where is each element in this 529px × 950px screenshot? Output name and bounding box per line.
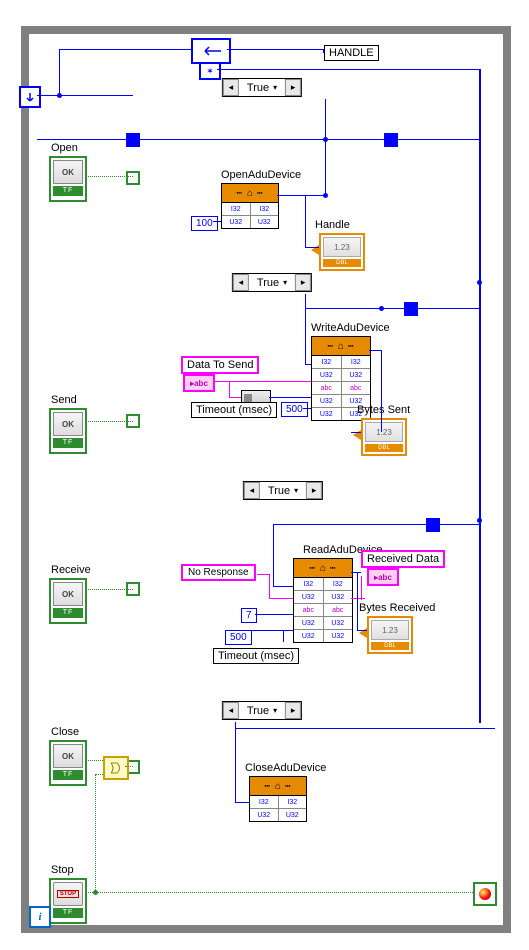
case-selector-open[interactable]: ◂ True ▸ — [222, 78, 302, 97]
case-close: ◂ True ▸ CloseAduDevice ┅⌂┅ I32I32 U32U3… — [133, 702, 391, 867]
shift-register-left[interactable] — [19, 86, 41, 108]
data-to-send-label: Data To Send — [181, 356, 259, 374]
selector-next-icon[interactable]: ▸ — [285, 702, 301, 719]
indicator-bytessent-label: Bytes Sent — [357, 404, 410, 416]
tunnel-handle-in[interactable] — [126, 133, 140, 147]
or-gate[interactable] — [103, 756, 129, 780]
tunnel-handle-in3[interactable] — [426, 518, 440, 532]
tunnel-handle-in2[interactable] — [404, 302, 418, 316]
selector-next-icon[interactable]: ▸ — [295, 274, 311, 291]
const-500-send[interactable]: 500 — [281, 402, 308, 417]
send-button-label: Send — [51, 394, 77, 406]
indicator-bytessent[interactable]: 1.23 DBL — [361, 418, 407, 456]
receive-button[interactable]: OK TF — [49, 578, 87, 624]
clfn-receive[interactable]: ┅⌂┅ I32I32 U32U32 abcabc U32U32 U32U32 — [293, 558, 353, 643]
timeout-label-send: Timeout (msec) — [191, 402, 277, 418]
clfn-label-send: WriteAduDevice — [311, 322, 390, 334]
selector-prev-icon[interactable]: ◂ — [244, 482, 260, 499]
stop-button[interactable]: STOP TF — [49, 878, 87, 924]
no-response-const[interactable]: No Response — [181, 564, 256, 581]
stop-button-label: Stop — [51, 864, 74, 876]
indicator-bytesrecv-label: Bytes Received — [359, 602, 435, 614]
case-send: ◂ True ▸ WriteAduDevice ┅⌂┅ I32I32 U32U3… — [133, 274, 411, 464]
indicator-handle-label: Handle — [315, 219, 350, 231]
send-button[interactable]: OK TF — [49, 408, 87, 454]
selector-prev-icon[interactable]: ◂ — [223, 79, 239, 96]
data-to-send-terminal[interactable]: ▸abc — [183, 374, 215, 392]
feedback-node[interactable] — [191, 38, 231, 64]
const-7[interactable]: 7 — [241, 608, 257, 623]
selector-prev-icon[interactable]: ◂ — [223, 702, 239, 719]
while-loop: ✶ HANDLE ◂ True ▸ OpenAduDevice — [21, 26, 511, 933]
selector-next-icon[interactable]: ▸ — [285, 79, 301, 96]
selector-next-icon[interactable]: ▸ — [306, 482, 322, 499]
indicator-handle[interactable]: 1.23 DBL — [319, 233, 365, 271]
loop-stop-terminal[interactable] — [473, 882, 497, 906]
open-button[interactable]: OK TF — [49, 156, 87, 202]
case-selector-send[interactable]: ◂ True ▸ — [232, 273, 312, 292]
clfn-label-open: OpenAduDevice — [221, 169, 301, 181]
clfn-open[interactable]: ┅⌂┅ I32I32 U32U32 — [221, 183, 279, 229]
tunnel-handle-out[interactable] — [384, 133, 398, 147]
close-button-label: Close — [51, 726, 79, 738]
case-selector-close[interactable]: ◂ True ▸ — [222, 701, 302, 720]
received-data-terminal[interactable]: ▸abc — [367, 568, 399, 586]
feedback-init[interactable]: ✶ — [199, 62, 221, 80]
case-open: ◂ True ▸ OpenAduDevice ┅⌂┅ I32I32 U32U32… — [133, 79, 391, 259]
indicator-bytesrecv[interactable]: 1.23 DBL — [367, 616, 413, 654]
tunnel-bool-open[interactable] — [126, 171, 140, 185]
clfn-close[interactable]: ┅⌂┅ I32I32 U32U32 — [249, 776, 307, 822]
selector-prev-icon[interactable]: ◂ — [233, 274, 249, 291]
handle-label: HANDLE — [324, 45, 379, 61]
clfn-label-close: CloseAduDevice — [245, 762, 326, 774]
open-button-label: Open — [51, 142, 78, 154]
close-button[interactable]: OK TF — [49, 740, 87, 786]
case-receive: ◂ True ▸ ReadAduDevice ┅⌂┅ I32I32 U32U32… — [133, 482, 433, 680]
case-selector-receive[interactable]: ◂ True ▸ — [243, 481, 323, 500]
received-data-label: Received Data — [361, 550, 445, 568]
receive-button-label: Receive — [51, 564, 91, 576]
const-500-recv[interactable]: 500 — [225, 630, 252, 645]
iteration-terminal[interactable]: i — [29, 906, 51, 928]
const-100[interactable]: 100 — [191, 216, 218, 231]
timeout-label-recv: Timeout (msec) — [213, 648, 299, 664]
